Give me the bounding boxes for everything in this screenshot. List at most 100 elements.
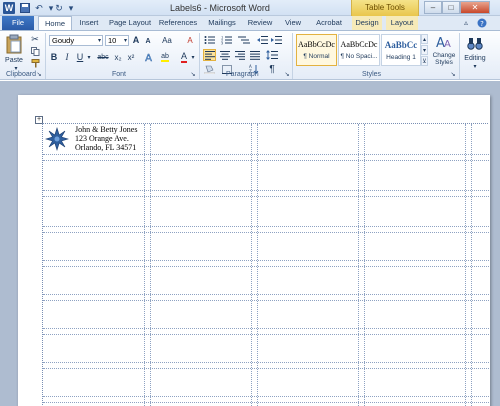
minimize-ribbon-icon[interactable]: ▵ xyxy=(460,16,472,30)
tab-file[interactable]: File xyxy=(2,16,34,30)
style-name: Heading 1 xyxy=(386,54,416,61)
font-name-combo[interactable]: Goudy xyxy=(49,35,103,46)
label-cell[interactable]: John & Betty Jones 123 Orange Ave. Orlan… xyxy=(42,123,142,153)
shrink-font-button[interactable]: A xyxy=(143,35,153,47)
bold-button[interactable]: B xyxy=(49,51,59,63)
shading-icon[interactable] xyxy=(203,64,216,74)
text-effects-icon[interactable]: A xyxy=(142,51,154,63)
align-right-icon[interactable] xyxy=(233,49,246,61)
row-gridline xyxy=(43,232,489,233)
font-launcher-icon[interactable]: ↘ xyxy=(190,71,196,78)
column-gridline xyxy=(364,124,365,406)
maximize-icon[interactable]: □ xyxy=(442,1,460,14)
tab-view[interactable]: View xyxy=(280,16,306,30)
underline-button[interactable]: U xyxy=(75,51,85,63)
tab-insert[interactable]: Insert xyxy=(74,16,104,30)
row-gridline xyxy=(43,362,489,363)
svg-text:?: ? xyxy=(480,20,484,28)
tab-home[interactable]: Home xyxy=(38,16,72,30)
binoculars-icon[interactable] xyxy=(466,35,484,51)
separator xyxy=(292,33,293,79)
multilevel-list-icon[interactable] xyxy=(237,34,251,45)
tab-acrobat[interactable]: Acrobat xyxy=(310,16,348,30)
style-name: ¶ No Spaci... xyxy=(340,53,378,60)
tab-page-layout[interactable]: Page Layout xyxy=(106,16,154,30)
word-app-icon[interactable]: W xyxy=(3,2,15,14)
font-group-label: Font xyxy=(112,71,127,78)
font-color-label: A xyxy=(180,50,187,63)
paste-button[interactable]: Paste xyxy=(2,55,26,65)
change-case-button[interactable]: Aa xyxy=(160,34,174,46)
row-gridline xyxy=(43,154,489,155)
font-name-dropdown-icon[interactable]: ▾ xyxy=(96,36,103,45)
tab-mailings[interactable]: Mailings xyxy=(204,16,240,30)
grow-font-button[interactable]: A xyxy=(131,34,141,46)
svg-text:A: A xyxy=(444,39,451,49)
strikethrough-button[interactable]: abc xyxy=(95,51,111,63)
change-styles-button[interactable]: Change Styles xyxy=(430,50,458,68)
style-sample: AaBbCcDc xyxy=(298,40,335,49)
ribbon-tabs: File Home Insert Page Layout References … xyxy=(0,16,500,30)
editing-button[interactable]: Editing xyxy=(460,53,490,63)
clear-formatting-button[interactable]: A xyxy=(184,34,196,46)
minimize-icon[interactable]: – xyxy=(424,1,442,14)
line-spacing-icon[interactable] xyxy=(265,49,279,61)
title-bar: W ↶ ▾ ↻ ▾ Labels6 - Microsoft Word Table… xyxy=(0,0,500,16)
row-gridline xyxy=(43,300,489,301)
column-gridline xyxy=(465,124,466,406)
undo-icon[interactable]: ↶ xyxy=(33,2,45,14)
format-painter-icon[interactable] xyxy=(30,58,40,68)
change-styles-icon[interactable]: AA xyxy=(434,33,454,49)
save-icon[interactable] xyxy=(19,2,31,14)
superscript-button[interactable]: x² xyxy=(125,51,137,63)
font-color-dropdown-icon[interactable]: ▾ xyxy=(190,51,196,63)
font-size-dropdown-icon[interactable]: ▾ xyxy=(122,36,129,45)
close-icon[interactable]: ✕ xyxy=(460,1,490,14)
help-icon[interactable]: ? xyxy=(475,16,489,30)
clipboard-launcher-icon[interactable]: ↘ xyxy=(36,71,42,78)
paste-icon[interactable] xyxy=(4,33,24,55)
styles-scroll-down-icon[interactable]: ▾ xyxy=(421,45,428,55)
row-gridline xyxy=(43,196,489,197)
decrease-indent-icon[interactable] xyxy=(256,34,268,45)
subscript-button[interactable]: x₂ xyxy=(112,51,124,63)
customize-qat-icon[interactable]: ▾ xyxy=(65,2,77,14)
tab-references[interactable]: References xyxy=(156,16,200,30)
style-no-spacing[interactable]: AaBbCcDc ¶ No Spaci... xyxy=(338,34,380,66)
paragraph-launcher-icon[interactable]: ↘ xyxy=(284,71,290,78)
styles-launcher-icon[interactable]: ↘ xyxy=(450,71,456,78)
highlight-button[interactable]: ab xyxy=(158,51,172,63)
tab-review[interactable]: Review xyxy=(244,16,276,30)
font-color-button[interactable]: A xyxy=(178,51,190,63)
cut-icon[interactable]: ✂ xyxy=(30,34,40,44)
justify-icon[interactable] xyxy=(248,49,261,61)
bullets-icon[interactable] xyxy=(203,34,217,45)
italic-button[interactable]: I xyxy=(62,51,72,63)
show-formatting-button[interactable]: ¶ xyxy=(267,63,277,75)
row-gridline xyxy=(43,294,489,295)
tab-design[interactable]: Design xyxy=(352,16,382,30)
document-page[interactable]: + John & Betty Jones 123 Orange Ave. Orl… xyxy=(18,95,490,406)
row-gridline xyxy=(43,266,489,267)
styles-scroll-up-icon[interactable]: ▴ xyxy=(421,34,428,44)
labels-table[interactable] xyxy=(42,123,489,406)
styles-more-icon[interactable]: ⊻ xyxy=(421,56,428,66)
row-gridline xyxy=(43,190,489,191)
style-name: ¶ Normal xyxy=(303,53,330,60)
row-gridline xyxy=(43,334,489,335)
increase-indent-icon[interactable] xyxy=(270,34,282,45)
redo-icon[interactable]: ↻ xyxy=(53,2,65,14)
editing-dropdown-icon[interactable]: ▾ xyxy=(471,63,479,70)
style-normal[interactable]: AaBbCcDc ¶ Normal xyxy=(296,34,337,66)
copy-icon[interactable] xyxy=(30,46,40,56)
ribbon-home: Paste ▾ ✂ Clipboard ↘ Goudy ▾ 10 ▾ A A A… xyxy=(0,30,500,80)
style-sample: AaBbCcDc xyxy=(340,40,378,49)
underline-dropdown-icon[interactable]: ▾ xyxy=(86,51,92,63)
style-heading-1[interactable]: AaBbCc Heading 1 xyxy=(381,34,421,66)
align-left-icon[interactable] xyxy=(203,49,216,61)
numbering-icon[interactable]: 123 xyxy=(220,34,234,45)
star-logo-icon xyxy=(45,127,69,151)
paragraph-group-label: Paragraph xyxy=(226,71,259,78)
align-center-icon[interactable] xyxy=(218,49,231,61)
tab-layout[interactable]: Layout xyxy=(386,16,418,30)
